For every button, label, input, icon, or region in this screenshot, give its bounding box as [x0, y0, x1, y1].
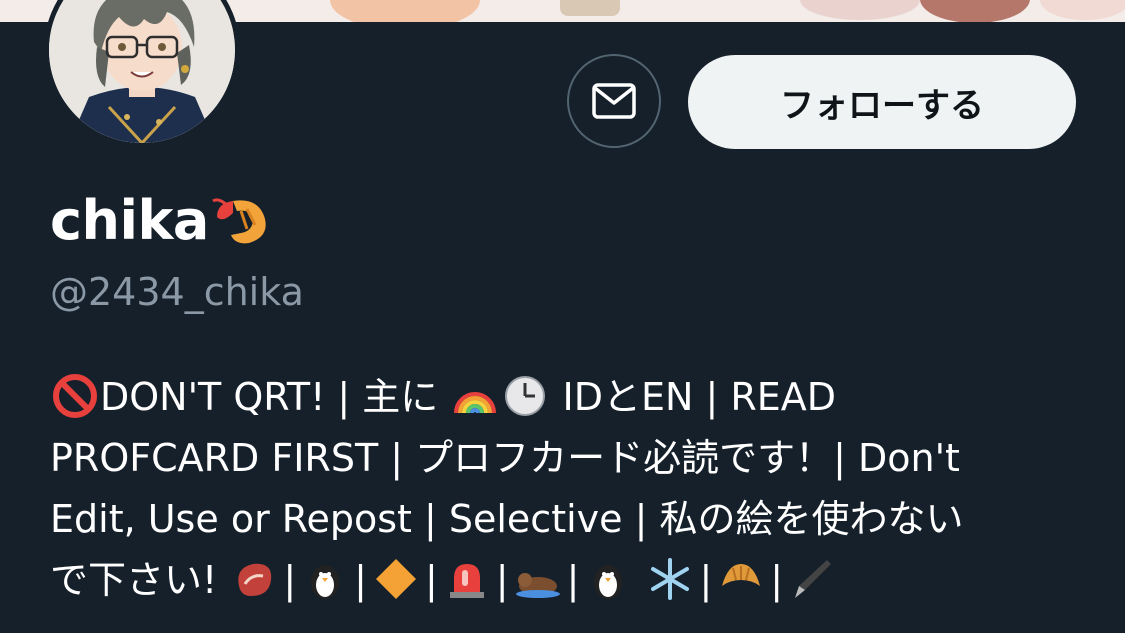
- fountain-pen-icon: [795, 559, 832, 598]
- meat-icon: [238, 563, 272, 596]
- shrimp-icon: [211, 198, 266, 244]
- croissant-icon: [722, 563, 761, 586]
- avatar[interactable]: [44, 0, 240, 148]
- clock-icon: [505, 375, 546, 416]
- bio-text-4a: で下さい!: [50, 558, 218, 602]
- bio-text-1b: IDとEN | READ: [562, 375, 837, 419]
- bio-separator: |: [566, 558, 580, 602]
- bio-separator: |: [283, 558, 297, 602]
- profile-bio: DON'T QRT! | 主に IDとEN | READ PROFCARD FI…: [50, 367, 1090, 611]
- bio-separator: |: [495, 558, 509, 602]
- avatar-image: [49, 0, 235, 143]
- bio-text-3: Edit, Use or Repost | Selective | 私の絵を使わ…: [50, 497, 964, 541]
- orange-diamond-icon: [375, 558, 416, 599]
- envelope-icon: [592, 83, 636, 119]
- no-entry-icon: [53, 373, 97, 418]
- bio-separator: |: [770, 558, 784, 602]
- message-button[interactable]: [567, 54, 661, 148]
- user-handle: @2434_chika: [50, 270, 304, 314]
- rainbow-icon: [454, 391, 497, 413]
- bio-separator: |: [699, 558, 713, 602]
- follow-button[interactable]: フォローする: [688, 55, 1076, 149]
- otter-icon: [515, 572, 560, 598]
- bio-separator: |: [354, 558, 367, 602]
- display-name: chika: [50, 188, 209, 252]
- follow-button-label: フォローする: [780, 85, 984, 126]
- siren-icon: [449, 563, 484, 598]
- bio-text-2: PROFCARD FIRST | プロフカード必読です！| Don't: [50, 436, 960, 480]
- penguin-icon: [311, 564, 340, 599]
- bio-text-1a: DON'T QRT! | 主に: [100, 375, 439, 419]
- penguin-icon: [594, 564, 623, 599]
- bio-separator: |: [424, 558, 438, 602]
- snowflake-icon: [651, 557, 690, 600]
- display-name-row: chika: [50, 188, 273, 252]
